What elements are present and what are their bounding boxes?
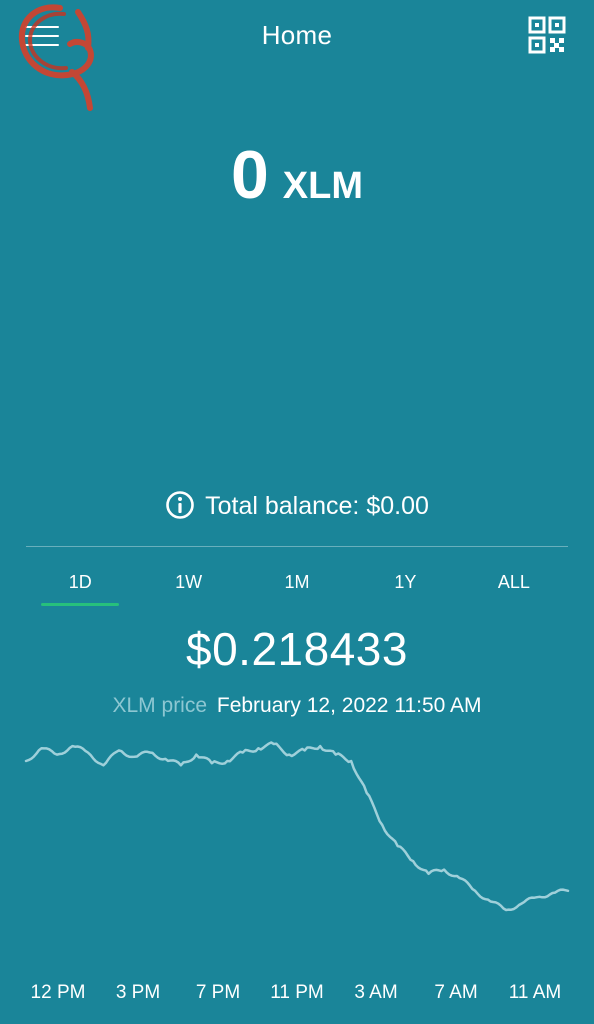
chart-x-axis: 12 PM 3 PM 7 PM 11 PM 3 AM 7 AM 11 AM <box>0 982 594 1012</box>
timeframe-tabs: 1D 1W 1M 1Y ALL <box>26 560 568 610</box>
xlm-price-value: $0.218433 <box>186 623 408 675</box>
page-title: Home <box>261 20 333 50</box>
tab-all[interactable]: ALL <box>460 560 568 610</box>
info-icon[interactable] <box>165 490 195 520</box>
price-datetime: February 12, 2022 11:50 AM <box>216 694 482 717</box>
tab-1d[interactable]: 1D <box>26 560 134 610</box>
qr-code-icon[interactable] <box>528 16 566 54</box>
tab-1w[interactable]: 1W <box>134 560 242 610</box>
price-caption: XLM price February 12, 2022 11:50 AM <box>0 694 594 718</box>
xlm-balance: 0 XLM <box>0 136 594 214</box>
x-tick-label: 7 PM <box>195 982 241 1003</box>
total-balance-text: Total balance: $0.00 <box>205 492 429 520</box>
x-tick-label: 11 PM <box>270 982 324 1003</box>
x-tick-label: 7 AM <box>434 982 478 1003</box>
x-tick-label: 3 PM <box>115 982 161 1003</box>
tab-1y[interactable]: 1Y <box>351 560 459 610</box>
section-divider <box>26 546 568 547</box>
price-series-line <box>24 741 570 912</box>
total-balance: Total balance: $0.00 <box>0 490 594 521</box>
app-header: Home <box>0 0 594 111</box>
price-chart[interactable] <box>0 720 594 950</box>
x-tick-label: 11 AM <box>508 982 562 1003</box>
tab-1m[interactable]: 1M <box>243 560 351 610</box>
x-tick-label: 12 PM <box>30 982 86 1003</box>
balance-unit: XLM <box>282 165 364 207</box>
red-circle-annotation <box>18 4 94 111</box>
price-label: XLM price <box>112 694 208 717</box>
x-tick-label: 3 AM <box>354 982 398 1003</box>
balance-amount: 0 <box>230 137 269 213</box>
